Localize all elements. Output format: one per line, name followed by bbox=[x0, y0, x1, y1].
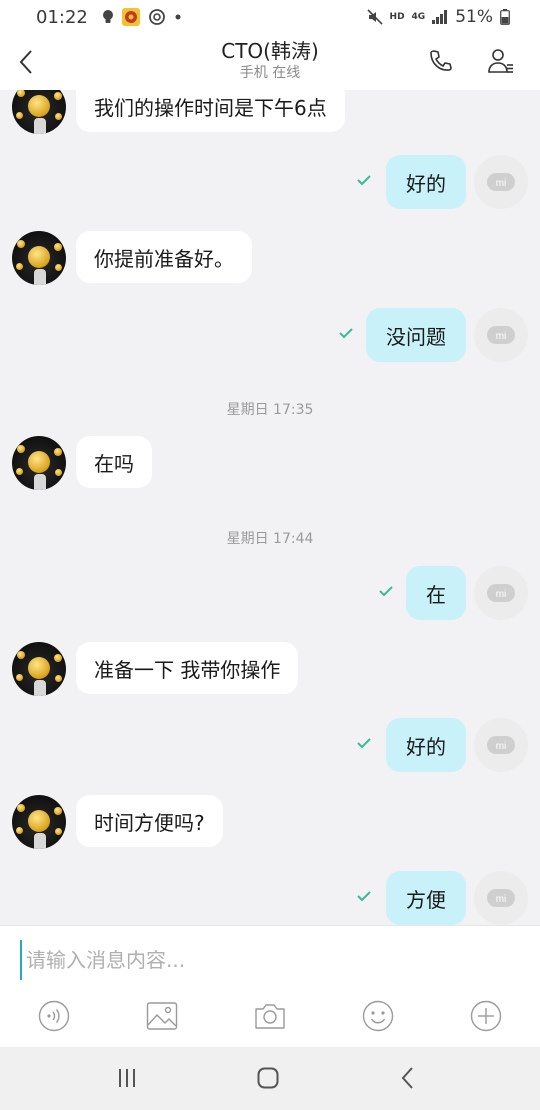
online-status: 手机 在线 bbox=[239, 65, 301, 81]
battery-percent: 51% bbox=[455, 7, 493, 27]
message-input[interactable] bbox=[20, 940, 520, 980]
mi-avatar-icon: mi bbox=[487, 326, 515, 344]
lightbulb-icon bbox=[102, 9, 114, 25]
back-button[interactable] bbox=[10, 42, 42, 82]
mi-avatar-icon: mi bbox=[487, 736, 515, 754]
svg-text:mi: mi bbox=[496, 331, 507, 342]
signal-icon bbox=[432, 10, 448, 24]
message-row: 在 mi bbox=[0, 564, 540, 620]
home-icon bbox=[257, 1067, 279, 1089]
timestamp: 星期日 17:35 bbox=[226, 402, 314, 418]
incoming-message[interactable]: 在吗 bbox=[76, 436, 152, 488]
voice-icon bbox=[38, 1000, 70, 1032]
phone-icon bbox=[430, 50, 452, 71]
outgoing-message[interactable]: 方便 bbox=[386, 871, 466, 925]
read-check-icon bbox=[379, 586, 393, 597]
call-button[interactable] bbox=[424, 44, 458, 78]
my-avatar[interactable]: mi bbox=[474, 308, 528, 362]
message-row: 好的 mi bbox=[0, 716, 540, 772]
network-type-label: 4G bbox=[411, 11, 426, 22]
hd-label: HD bbox=[389, 11, 405, 22]
message-list[interactable]: 我们的操作时间是下午6点 好的 mi 你提前准备好。 没问题 mi 星期日 17… bbox=[0, 90, 540, 925]
sync-icon bbox=[148, 8, 166, 26]
incoming-message[interactable]: 准备一下 我带你操作 bbox=[76, 642, 299, 694]
outgoing-message[interactable]: 好的 bbox=[386, 155, 466, 209]
system-back-button[interactable] bbox=[388, 1061, 428, 1095]
mi-avatar-icon: mi bbox=[487, 173, 515, 191]
read-check-icon bbox=[357, 891, 371, 902]
my-avatar[interactable]: mi bbox=[474, 871, 528, 925]
message-row: 我们的操作时间是下午6点 bbox=[0, 90, 540, 134]
read-check-icon bbox=[357, 738, 371, 749]
svg-text:mi: mi bbox=[496, 894, 507, 905]
contact-name: CTO(韩涛) bbox=[221, 39, 319, 63]
my-avatar[interactable]: mi bbox=[474, 566, 528, 620]
plus-icon bbox=[470, 1000, 502, 1032]
chat-toolbar bbox=[0, 992, 540, 1047]
contact-avatar[interactable] bbox=[12, 90, 66, 134]
more-button[interactable] bbox=[468, 998, 504, 1034]
voice-button[interactable] bbox=[36, 998, 72, 1034]
image-button[interactable] bbox=[144, 998, 180, 1034]
message-row: 没问题 mi bbox=[0, 306, 540, 362]
contact-avatar[interactable] bbox=[12, 231, 66, 285]
read-check-icon bbox=[357, 175, 371, 186]
image-icon bbox=[146, 1002, 178, 1030]
message-row: 时间方便吗? bbox=[0, 793, 540, 849]
contact-avatar[interactable] bbox=[12, 795, 66, 849]
message-row: 你提前准备好。 bbox=[0, 229, 540, 285]
outgoing-message[interactable]: 没问题 bbox=[366, 308, 466, 362]
svg-text:mi: mi bbox=[496, 178, 507, 189]
mi-avatar-icon: mi bbox=[487, 584, 515, 602]
profile-button[interactable] bbox=[484, 44, 518, 78]
status-time: 01:22 bbox=[36, 6, 88, 28]
system-nav-bar bbox=[0, 1047, 540, 1110]
emoji-button[interactable] bbox=[360, 998, 396, 1034]
recent-apps-button[interactable] bbox=[107, 1061, 147, 1095]
status-bar: 01:22 HD 4G 51% bbox=[0, 0, 540, 34]
battery-icon bbox=[500, 9, 510, 25]
emoji-icon bbox=[362, 1000, 394, 1032]
app-notification-icon bbox=[121, 8, 140, 26]
contact-avatar[interactable] bbox=[12, 436, 66, 490]
camera-button[interactable] bbox=[252, 998, 288, 1034]
message-row: 准备一下 我带你操作 bbox=[0, 640, 540, 696]
back-icon bbox=[19, 50, 32, 74]
outgoing-message[interactable]: 在 bbox=[406, 566, 466, 620]
back-nav-icon bbox=[401, 1067, 413, 1089]
message-row: 好的 mi bbox=[0, 153, 540, 209]
contact-avatar[interactable] bbox=[12, 642, 66, 696]
recent-apps-icon bbox=[119, 1069, 135, 1087]
outgoing-message[interactable]: 好的 bbox=[386, 718, 466, 772]
mi-avatar-icon: mi bbox=[487, 889, 515, 907]
my-avatar[interactable]: mi bbox=[474, 155, 528, 209]
incoming-message[interactable]: 时间方便吗? bbox=[76, 795, 223, 847]
timestamp: 星期日 17:44 bbox=[226, 531, 314, 547]
message-row: 方便 mi bbox=[0, 869, 540, 925]
my-avatar[interactable]: mi bbox=[474, 718, 528, 772]
dot-icon bbox=[174, 13, 182, 21]
incoming-message[interactable]: 我们的操作时间是下午6点 bbox=[76, 90, 345, 132]
mute-icon bbox=[366, 9, 383, 25]
incoming-message[interactable]: 你提前准备好。 bbox=[76, 231, 252, 283]
svg-text:mi: mi bbox=[496, 741, 507, 752]
profile-icon bbox=[488, 49, 513, 73]
svg-text:mi: mi bbox=[496, 589, 507, 600]
read-check-icon bbox=[339, 328, 353, 339]
home-button[interactable] bbox=[248, 1061, 288, 1095]
input-bar bbox=[0, 925, 540, 992]
message-row: 在吗 bbox=[0, 434, 540, 490]
camera-icon bbox=[255, 1004, 285, 1029]
chat-header: CTO(韩涛) 手机 在线 bbox=[0, 34, 540, 90]
